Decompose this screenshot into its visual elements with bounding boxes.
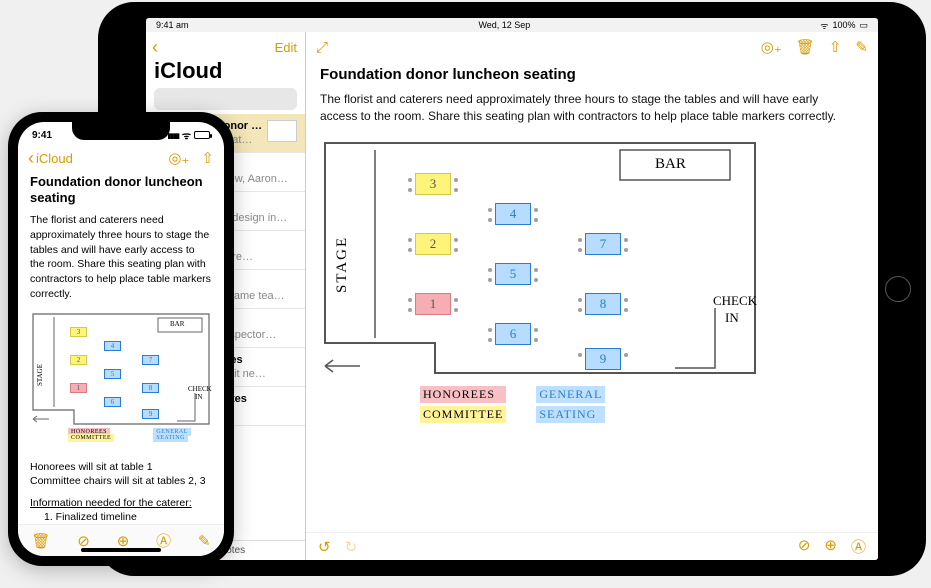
seating-sketch: BAR STAGE CHECK IN 3 2 1 4 5 6 7 8 9 xyxy=(320,138,760,418)
t4: 4 xyxy=(104,341,121,351)
checklist-icon[interactable]: ⊘ xyxy=(77,532,90,550)
table-7: 7 xyxy=(585,233,621,255)
sketch-outline xyxy=(320,138,760,418)
edit-button[interactable]: Edit xyxy=(275,40,297,55)
checkin-label-2: IN xyxy=(195,393,202,401)
checkin-label: CHECK xyxy=(188,385,212,393)
ipad-home-button[interactable] xyxy=(885,276,911,302)
sketch-legend-small: HONOREES COMMITTEE GENERAL SEATING xyxy=(68,429,212,441)
search-input[interactable] xyxy=(154,88,297,110)
sketch-legend: HONOREES COMMITTEE GENERAL SEATING xyxy=(420,386,605,423)
honorees-line: Honorees will sit at table 1 xyxy=(30,461,212,473)
iphone-notch xyxy=(72,122,170,140)
t9: 9 xyxy=(142,409,159,419)
share-icon[interactable]: ⇧ xyxy=(201,149,214,167)
trash-icon[interactable]: 🗑 xyxy=(31,532,50,550)
legend-committee: COMMITTEE xyxy=(420,406,506,423)
redo-icon[interactable]: ↻ xyxy=(345,538,358,556)
status-time: 9:41 xyxy=(32,130,52,141)
home-indicator[interactable] xyxy=(81,548,161,552)
note-title: Foundation donor luncheon seating xyxy=(320,66,854,83)
checkin-label: CHECK xyxy=(713,293,757,309)
legend-general-2: SEATING xyxy=(536,406,605,423)
toolbar-left: ⤢ xyxy=(316,39,328,56)
checklist-icon[interactable]: ⊘ xyxy=(798,536,811,557)
wifi-icon: ᯤ xyxy=(182,128,191,142)
t8: 8 xyxy=(142,383,159,393)
toolbar-right: ◎₊ 🗑 ⇧ ✎ xyxy=(761,38,868,56)
folder-title: iCloud xyxy=(146,56,305,88)
committee-line: Committee chairs will sit at tables 2, 3 xyxy=(30,475,212,487)
table-2: 2 xyxy=(415,233,451,255)
status-time: 9:41 am xyxy=(156,20,189,30)
table-8: 8 xyxy=(585,293,621,315)
iphone-note-body[interactable]: Foundation donor luncheon seating The fl… xyxy=(18,170,224,524)
ipad-status-bar: 9:41 am Wed, 12 Sep ᯤ 100% ▭ xyxy=(146,18,878,32)
iphone-screen: 9:41 ᯤ ‹ iCloud ◎₊ ⇧ Foundation donor lu… xyxy=(18,122,224,556)
expand-icon[interactable]: ⤢ xyxy=(316,39,328,56)
t5: 5 xyxy=(104,369,121,379)
list-header: ‹ Edit xyxy=(146,32,305,56)
t3: 3 xyxy=(70,327,87,337)
add-person-icon[interactable]: ◎₊ xyxy=(761,38,782,56)
bar-label: BAR xyxy=(170,320,184,328)
add-person-icon[interactable]: ◎₊ xyxy=(168,149,189,167)
legend-honorees: HONOREES xyxy=(420,386,506,403)
ipad-split-view: ‹ Edit iCloud Foundation donor lunch… Th… xyxy=(146,32,878,560)
t1: 1 xyxy=(70,383,87,393)
table-9: 9 xyxy=(585,348,621,370)
seating-sketch-small: BAR STAGE CHECK IN 3 2 1 4 5 6 7 8 9 HON… xyxy=(30,311,212,451)
t7: 7 xyxy=(142,355,159,365)
wifi-icon: ᯤ xyxy=(820,19,828,32)
table-4: 4 xyxy=(495,203,531,225)
undo-icon[interactable]: ↺ xyxy=(318,538,331,556)
t6: 6 xyxy=(104,397,121,407)
legend-general-1: GENERAL xyxy=(536,386,605,403)
share-icon[interactable]: ⇧ xyxy=(829,38,842,56)
note-thumb xyxy=(267,120,297,142)
status-date: Wed, 12 Sep xyxy=(478,20,530,30)
note-detail-pane: ⤢ ◎₊ 🗑 ⇧ ✎ Foundation donor luncheon sea… xyxy=(306,32,878,560)
back-icon[interactable]: ‹ xyxy=(152,38,158,56)
note-toolbar: ⤢ ◎₊ 🗑 ⇧ ✎ xyxy=(306,32,878,62)
table-3: 3 xyxy=(415,173,451,195)
back-button[interactable]: ‹ iCloud xyxy=(28,149,73,167)
iphone-device: 9:41 ᯤ ‹ iCloud ◎₊ ⇧ Foundation donor lu… xyxy=(8,112,234,566)
note-paragraph: The florist and caterers need approximat… xyxy=(30,213,212,301)
compose-icon[interactable]: ✎ xyxy=(855,38,868,56)
note-paragraph: The florist and caterers need approximat… xyxy=(320,91,854,126)
table-5: 5 xyxy=(495,263,531,285)
back-icon: ‹ xyxy=(28,149,34,167)
caterer-item-1: 1. Finalized timeline xyxy=(44,511,212,523)
stage-label: STAGE xyxy=(334,236,351,293)
compose-icon[interactable]: ✎ xyxy=(198,532,211,550)
ipad-screen: 9:41 am Wed, 12 Sep ᯤ 100% ▭ ‹ Edit iClo… xyxy=(146,18,878,560)
battery-icon: ▭ xyxy=(859,20,868,31)
note-footer-toolbar: ↺ ↻ ⊘ ⊕ Ⓐ xyxy=(306,532,878,560)
status-right: ᯤ xyxy=(167,128,210,142)
markup-icon[interactable]: Ⓐ xyxy=(851,536,866,557)
status-right: ᯤ 100% ▭ xyxy=(820,19,868,32)
battery-icon xyxy=(194,131,210,139)
caterer-section-title: Information needed for the caterer: xyxy=(30,497,212,509)
stage-label: STAGE xyxy=(36,364,44,386)
iphone-nav-bar: ‹ iCloud ◎₊ ⇧ xyxy=(18,146,224,170)
battery-percent: 100% xyxy=(832,20,855,30)
back-label: iCloud xyxy=(36,151,73,166)
add-attachment-icon[interactable]: ⊕ xyxy=(824,536,837,557)
table-6: 6 xyxy=(495,323,531,345)
add-attachment-icon[interactable]: ⊕ xyxy=(117,532,130,550)
note-body[interactable]: Foundation donor luncheon seating The fl… xyxy=(306,62,878,532)
trash-icon[interactable]: 🗑 xyxy=(796,38,815,56)
bar-label: BAR xyxy=(655,156,686,173)
note-title: Foundation donor luncheon seating xyxy=(30,174,212,205)
t2: 2 xyxy=(70,355,87,365)
checkin-label-2: IN xyxy=(725,310,739,326)
table-1: 1 xyxy=(415,293,451,315)
